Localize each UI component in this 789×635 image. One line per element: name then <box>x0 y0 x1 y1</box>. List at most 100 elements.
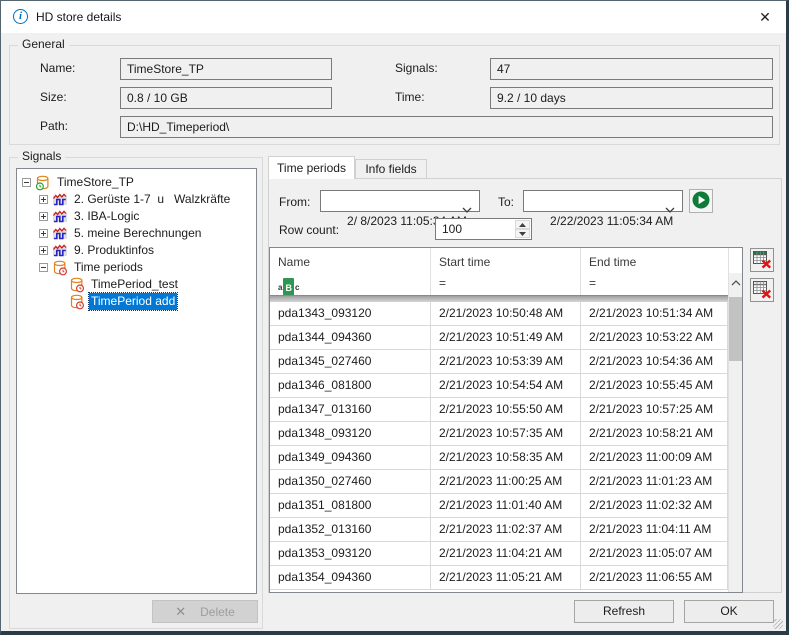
tree-item-label: 2. Gerüste 1-7 u Walzkräfte <box>72 191 232 208</box>
table-row[interactable]: pda1344_0943602/21/2023 10:51:49 AM2/21/… <box>270 326 728 350</box>
to-date-combo[interactable]: 2/22/2023 11:05:34 AM <box>523 190 683 212</box>
cell-start: 2/21/2023 11:05:21 AM <box>431 566 581 589</box>
table-row[interactable]: pda1349_0943602/21/2023 10:58:35 AM2/21/… <box>270 446 728 470</box>
cell-start: 2/21/2023 10:50:48 AM <box>431 302 581 325</box>
tab-time-periods[interactable]: Time periods <box>268 156 355 179</box>
store-clock-red-icon <box>69 294 85 310</box>
cell-end: 2/21/2023 10:55:45 AM <box>581 374 728 397</box>
chevron-down-icon[interactable] <box>665 199 675 219</box>
delete-button: ✕Delete <box>152 600 258 623</box>
expand-icon[interactable] <box>39 229 48 238</box>
table-row[interactable]: pda1348_0931202/21/2023 10:57:35 AM2/21/… <box>270 422 728 446</box>
table-filter-row: aBc = = <box>270 273 728 295</box>
table-row[interactable]: pda1343_0931202/21/2023 10:50:48 AM2/21/… <box>270 302 728 326</box>
column-header-name[interactable]: Name <box>270 248 431 273</box>
cell-name: pda1353_093120 <box>270 542 431 565</box>
titlebar: i HD store details ✕ <box>1 1 786 33</box>
cell-start: 2/21/2023 11:00:25 AM <box>431 470 581 493</box>
signals-groupbox: Signals TimeStore_TP2. Gerüste 1-7 u Wal… <box>9 157 263 629</box>
table-row[interactable]: pda1354_0943602/21/2023 11:05:21 AM2/21/… <box>270 566 728 590</box>
scroll-up-button[interactable] <box>729 273 742 293</box>
cell-name: pda1350_027460 <box>270 470 431 493</box>
spin-up-icon[interactable] <box>515 220 530 229</box>
tab-info-fields[interactable]: Info fields <box>355 159 427 179</box>
column-header-end-time[interactable]: End time <box>581 248 728 273</box>
ok-button[interactable]: OK <box>684 600 774 623</box>
signals-field[interactable]: 47 <box>490 58 773 80</box>
tree-item[interactable]: Time periods <box>17 259 256 276</box>
to-label: To: <box>498 195 514 209</box>
row-count-value: 100 <box>442 222 462 236</box>
cell-end: 2/21/2023 10:54:36 AM <box>581 350 728 373</box>
cell-start: 2/21/2023 11:01:40 AM <box>431 494 581 517</box>
refresh-button[interactable]: Refresh <box>574 600 674 623</box>
tree-item[interactable]: 5. meine Berechnungen <box>17 225 256 242</box>
signals-tree[interactable]: TimeStore_TP2. Gerüste 1-7 u Walzkräfte3… <box>16 168 257 594</box>
tree-item[interactable]: TimeStore_TP <box>17 174 256 191</box>
signal-group-icon <box>52 226 68 242</box>
time-field[interactable]: 9.2 / 10 days <box>490 87 773 109</box>
expand-icon[interactable] <box>39 212 48 221</box>
cell-start: 2/21/2023 10:51:49 AM <box>431 326 581 349</box>
expand-icon[interactable] <box>39 195 48 204</box>
end-time-filter-cell[interactable]: = <box>581 273 728 295</box>
cell-start: 2/21/2023 10:54:54 AM <box>431 374 581 397</box>
collapse-icon[interactable] <box>22 178 31 187</box>
table-row[interactable]: pda1346_0818002/21/2023 10:54:54 AM2/21/… <box>270 374 728 398</box>
tree-item-label: Time periods <box>72 259 145 276</box>
table-row[interactable]: pda1345_0274602/21/2023 10:53:39 AM2/21/… <box>270 350 728 374</box>
tree-item-label: 3. IBA-Logic <box>72 208 141 225</box>
scrollbar-cap <box>729 248 742 273</box>
time-periods-table-body: pda1343_0931202/21/2023 10:50:48 AM2/21/… <box>270 302 728 590</box>
table-row[interactable]: pda1352_0131602/21/2023 11:02:37 AM2/21/… <box>270 518 728 542</box>
name-field[interactable]: TimeStore_TP <box>120 58 332 80</box>
cell-end: 2/21/2023 10:53:22 AM <box>581 326 728 349</box>
delete-filtered-rows-button[interactable] <box>750 248 774 272</box>
signal-group-icon <box>52 192 68 208</box>
table-row[interactable]: pda1351_0818002/21/2023 11:01:40 AM2/21/… <box>270 494 728 518</box>
size-field[interactable]: 0.8 / 10 GB <box>120 87 332 109</box>
cell-end: 2/21/2023 10:57:25 AM <box>581 398 728 421</box>
table-row[interactable]: pda1353_0931202/21/2023 11:04:21 AM2/21/… <box>270 542 728 566</box>
column-header-start-time[interactable]: Start time <box>431 248 581 273</box>
chevron-down-icon[interactable] <box>462 199 472 219</box>
name-filter-cell[interactable]: aBc <box>270 273 431 295</box>
time-periods-panel: From: 2/ 8/2023 11:05:34 AM To: 2/22/202… <box>268 178 782 593</box>
time-label: Time: <box>395 90 425 104</box>
table-row[interactable]: pda1350_0274602/21/2023 11:00:25 AM2/21/… <box>270 470 728 494</box>
path-field[interactable]: D:\HD_Timeperiod\ <box>120 116 773 138</box>
table-row[interactable]: pda1347_0131602/21/2023 10:55:50 AM2/21/… <box>270 398 728 422</box>
scrollbar-thumb[interactable] <box>729 297 742 361</box>
tree-item[interactable]: 2. Gerüste 1-7 u Walzkräfte <box>17 191 256 208</box>
row-count-input[interactable]: 100 <box>435 218 532 240</box>
tree-item[interactable]: TimePeriod add <box>17 293 256 310</box>
resize-grip[interactable] <box>773 619 783 629</box>
store-clock-red-icon <box>69 277 85 293</box>
tree-item[interactable]: 9. Produktinfos <box>17 242 256 259</box>
delete-rows-button[interactable] <box>750 278 774 302</box>
spin-down-icon[interactable] <box>515 229 530 238</box>
cell-name: pda1352_013160 <box>270 518 431 541</box>
cell-end: 2/21/2023 11:02:32 AM <box>581 494 728 517</box>
from-date-combo[interactable]: 2/ 8/2023 11:05:34 AM <box>320 190 480 212</box>
close-icon[interactable]: ✕ <box>750 3 780 31</box>
general-groupbox: General Name: TimeStore_TP Signals: 47 S… <box>9 45 780 145</box>
cell-end: 2/21/2023 11:01:23 AM <box>581 470 728 493</box>
tree-item[interactable]: 3. IBA-Logic <box>17 208 256 225</box>
apply-range-button[interactable] <box>689 189 713 213</box>
scrollbar-track[interactable] <box>729 361 742 592</box>
collapse-icon[interactable] <box>39 263 48 272</box>
tree-item-label: 5. meine Berechnungen <box>72 225 203 242</box>
general-legend: General <box>18 37 69 51</box>
info-icon: i <box>13 9 28 24</box>
start-time-filter-cell[interactable]: = <box>431 273 581 295</box>
cell-end: 2/21/2023 10:58:21 AM <box>581 422 728 445</box>
expand-icon[interactable] <box>39 246 48 255</box>
cell-end: 2/21/2023 11:04:11 AM <box>581 518 728 541</box>
store-clock-green-icon <box>35 175 51 191</box>
size-label: Size: <box>40 90 67 104</box>
expander-spacer <box>56 280 65 289</box>
tree-item[interactable]: TimePeriod_test <box>17 276 256 293</box>
tree-item-label: 9. Produktinfos <box>72 242 156 259</box>
table-scrollbar[interactable] <box>728 248 742 592</box>
